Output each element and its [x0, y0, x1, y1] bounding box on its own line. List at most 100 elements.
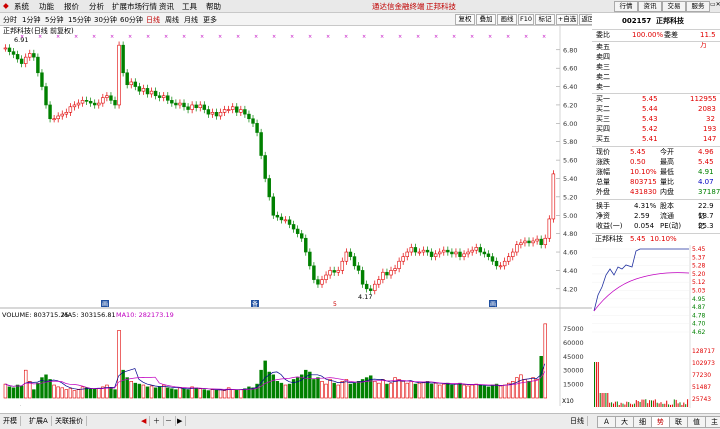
- ma10-legend: MA10: 282173.19: [116, 311, 174, 319]
- candle: [312, 266, 315, 280]
- bottom-tab-open[interactable]: 开模: [0, 416, 21, 426]
- price-tick: 4.80: [563, 230, 577, 238]
- candle: [179, 103, 182, 105]
- mini-volume-bar: [676, 400, 677, 407]
- volume-bar: [288, 384, 291, 398]
- period-timeshare[interactable]: 分时: [3, 15, 17, 25]
- volume-bar: [276, 381, 279, 398]
- period-5min[interactable]: 5分钟: [45, 15, 63, 25]
- mini-volume-bar: [634, 404, 635, 407]
- candle: [158, 96, 161, 98]
- svg-text:×: ×: [56, 34, 60, 40]
- menu-function[interactable]: 功能: [39, 1, 54, 12]
- rtab-trend[interactable]: 势: [651, 416, 670, 428]
- kline-svg[interactable]: 正邦科技(日线 前复权) 6.91 4.17 × × × × × × × × × × × × × × × × ×…: [0, 26, 598, 406]
- stock-code: 002157: [622, 16, 651, 26]
- candle: [353, 257, 356, 266]
- volume-bar: [134, 383, 137, 398]
- stat-value: 803715: [630, 177, 657, 187]
- candle: [390, 270, 393, 275]
- period-more[interactable]: 更多: [203, 15, 217, 25]
- volume-bar: [28, 381, 31, 398]
- volume-bar: [515, 378, 518, 398]
- candle: [239, 110, 242, 113]
- buy1-price: 5.45: [642, 94, 658, 104]
- mini-volume-bar: [662, 404, 663, 407]
- date-tick: 7: [510, 405, 514, 406]
- candle: [357, 266, 360, 271]
- rtab-link[interactable]: 联: [669, 416, 688, 428]
- rtab-big[interactable]: 大: [615, 416, 634, 428]
- scroll-right-icon[interactable]: ▶: [174, 416, 186, 426]
- period-1min[interactable]: 1分钟: [22, 15, 40, 25]
- add-watch-button[interactable]: +自选: [556, 14, 578, 25]
- period-60min[interactable]: 60分钟: [120, 15, 143, 25]
- volume-bar: [73, 391, 76, 398]
- period-daily[interactable]: 日线: [146, 15, 160, 25]
- nav-trade-button[interactable]: 交易: [662, 1, 686, 12]
- mini-volume-bar: [600, 393, 601, 407]
- volume-bar: [446, 383, 449, 398]
- window-stock: 正邦科技: [426, 1, 456, 12]
- candle: [16, 54, 19, 59]
- kline-chart[interactable]: 正邦科技(日线 前复权) 6.91 4.17 × × × × × × × × × × × × × × × × ×…: [0, 26, 598, 406]
- stat-row: 现价 5.45 今开 4.96: [594, 147, 720, 157]
- menu-tools[interactable]: 工具: [182, 1, 197, 12]
- adjust-button[interactable]: 复权: [455, 14, 475, 25]
- candle: [191, 105, 194, 110]
- period-30min[interactable]: 30分钟: [94, 15, 117, 25]
- menu-help[interactable]: 帮助: [206, 1, 221, 12]
- candle: [308, 252, 311, 266]
- volume-bar: [199, 389, 202, 398]
- mini-volume-bar: [674, 399, 675, 407]
- volume-bar: [219, 390, 222, 398]
- f10-button[interactable]: F10: [518, 14, 534, 25]
- menu-analysis[interactable]: 分析: [89, 1, 104, 12]
- overlay-button[interactable]: 叠加: [476, 14, 496, 25]
- candle: [272, 197, 275, 215]
- candle: [544, 238, 547, 244]
- menu-system[interactable]: 系统: [14, 1, 29, 12]
- bottom-tab-ext[interactable]: 扩展A: [26, 416, 52, 426]
- period-tab-daily[interactable]: 日线: [567, 416, 588, 426]
- event-badge-label: 备: [252, 300, 258, 308]
- rtab-a[interactable]: Ａ: [597, 416, 616, 428]
- stat-label: 涨幅: [596, 167, 610, 177]
- period-15min[interactable]: 15分钟: [68, 15, 91, 25]
- menu-bar: ◆ 系统 功能 报价 分析 扩展市场行情 资讯 工具 帮助 通达信金融终端 正邦…: [0, 0, 720, 13]
- intraday-mini-chart[interactable]: 5.455.37 5.285.205.12 5.034.954.874.78 4.70…: [592, 245, 720, 408]
- date-tick: 4: [290, 405, 294, 406]
- mini-volume-bar: [623, 404, 624, 407]
- rtab-main[interactable]: 主: [705, 416, 720, 428]
- candle: [105, 96, 108, 98]
- mini-price-tick: 5.12: [692, 279, 706, 286]
- mini-volume-bar: [683, 403, 684, 407]
- fundamental-row: 净资 2.59 流通 18.7亿: [594, 211, 720, 221]
- draw-button[interactable]: 画线: [497, 14, 517, 25]
- candle: [101, 98, 104, 104]
- svg-text:×: ×: [434, 34, 438, 40]
- mini-vol-tick: 77230: [692, 372, 711, 379]
- scroll-left-icon[interactable]: ◀: [138, 416, 150, 426]
- volume-bar: [174, 390, 177, 398]
- stat-row: 涨幅 10.10% 最低 4.91: [594, 167, 720, 177]
- menu-news[interactable]: 资讯: [159, 1, 174, 12]
- period-monthly[interactable]: 月线: [184, 15, 198, 25]
- menu-quote[interactable]: 报价: [64, 1, 79, 12]
- rtab-value[interactable]: 值: [687, 416, 706, 428]
- nav-news-button[interactable]: 资讯: [638, 1, 662, 12]
- menu-ext-market[interactable]: 扩展市场行情: [112, 1, 157, 12]
- stat-label: 总量: [596, 177, 610, 187]
- volume-bar: [138, 384, 141, 398]
- mini-volume-bar: [596, 362, 597, 407]
- window-controls-icon[interactable]: ▭✕: [710, 1, 720, 8]
- nav-quote-button[interactable]: 行情: [614, 1, 638, 12]
- period-weekly[interactable]: 周线: [165, 15, 179, 25]
- mark-button[interactable]: 标记: [535, 14, 555, 25]
- rtab-detail[interactable]: 细: [633, 416, 652, 428]
- buy3-volume: 32: [706, 114, 715, 124]
- volume-tick: 75000: [563, 325, 584, 333]
- bottom-tab-related[interactable]: 关联报价: [52, 416, 87, 426]
- volume-bar: [304, 370, 307, 398]
- nav-service-button[interactable]: 服务: [686, 1, 710, 12]
